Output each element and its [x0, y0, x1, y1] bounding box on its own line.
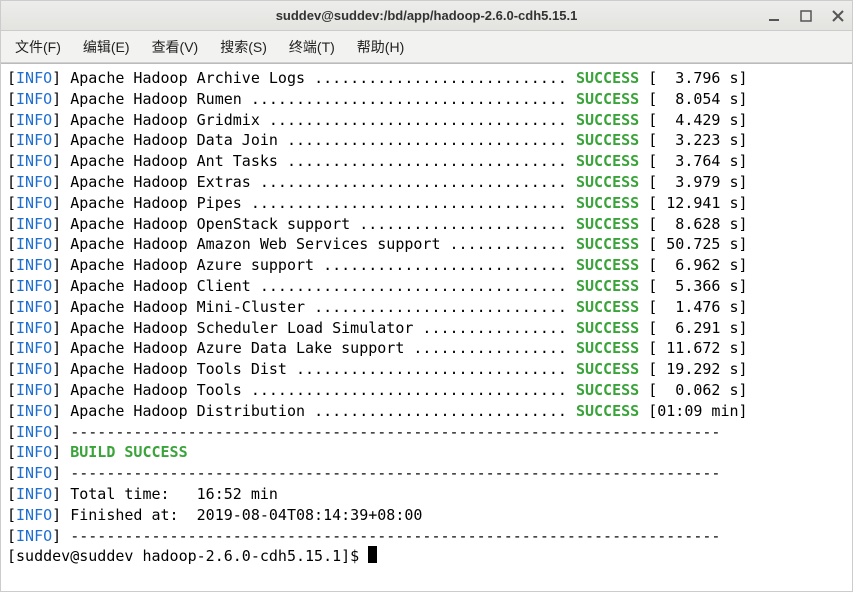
build-log-line: [INFO] Apache Hadoop Mini-Cluster ......… [7, 297, 846, 318]
build-log-line: [INFO] Apache Hadoop OpenStack support .… [7, 214, 846, 235]
menu-term[interactable]: 终端(T) [281, 33, 343, 61]
build-log-line: [INFO] Finished at: 2019-08-04T08:14:39+… [7, 505, 846, 526]
window-title: suddev@suddev:/bd/app/hadoop-2.6.0-cdh5.… [276, 8, 578, 23]
build-log-line: [INFO] Apache Hadoop Archive Logs ......… [7, 68, 846, 89]
build-log-line: [INFO] Apache Hadoop Scheduler Load Simu… [7, 318, 846, 339]
menu-bar: 文件(F) 编辑(E) 查看(V) 搜索(S) 终端(T) 帮助(H) [1, 31, 852, 63]
build-log-line: [INFO] Apache Hadoop Gridmix ...........… [7, 110, 846, 131]
build-log-line: [INFO] Apache Hadoop Rumen .............… [7, 89, 846, 110]
build-log-line: [INFO] Apache Hadoop Pipes .............… [7, 193, 846, 214]
build-log-line: [INFO] Total time: 16:52 min [7, 484, 846, 505]
build-log-line: [INFO] ---------------------------------… [7, 463, 846, 484]
menu-search[interactable]: 搜索(S) [212, 33, 275, 61]
build-log-line: [INFO] Apache Hadoop Azure support .....… [7, 255, 846, 276]
close-button[interactable] [830, 8, 846, 24]
build-log-line: [INFO] Apache Hadoop Distribution ......… [7, 401, 846, 422]
menu-help[interactable]: 帮助(H) [349, 33, 412, 61]
build-log-line: [INFO] Apache Hadoop Ant Tasks .........… [7, 151, 846, 172]
close-icon [832, 10, 844, 22]
build-log-line: [INFO] Apache Hadoop Tools .............… [7, 380, 846, 401]
minimize-icon [768, 10, 780, 22]
build-log-line: [INFO] Apache Hadoop Client ............… [7, 276, 846, 297]
build-log-line: [INFO] Apache Hadoop Extras ............… [7, 172, 846, 193]
build-log-line: [INFO] Apache Hadoop Data Join .........… [7, 130, 846, 151]
terminal-output[interactable]: [INFO] Apache Hadoop Archive Logs ......… [1, 63, 852, 591]
build-log-line: [INFO] ---------------------------------… [7, 422, 846, 443]
shell-prompt: [suddev@suddev hadoop-2.6.0-cdh5.15.1]$ [7, 547, 368, 565]
build-log-line: [INFO] ---------------------------------… [7, 526, 846, 547]
terminal-window: suddev@suddev:/bd/app/hadoop-2.6.0-cdh5.… [0, 0, 853, 592]
menu-view[interactable]: 查看(V) [144, 33, 207, 61]
menu-edit[interactable]: 编辑(E) [75, 33, 138, 61]
maximize-icon [800, 10, 812, 22]
build-log-line: [INFO] Apache Hadoop Azure Data Lake sup… [7, 338, 846, 359]
window-controls [766, 8, 846, 24]
maximize-button[interactable] [798, 8, 814, 24]
menu-file[interactable]: 文件(F) [7, 33, 69, 61]
cursor-icon [368, 546, 377, 563]
shell-prompt-line[interactable]: [suddev@suddev hadoop-2.6.0-cdh5.15.1]$ [7, 546, 846, 567]
build-log-line: [INFO] Apache Hadoop Tools Dist ........… [7, 359, 846, 380]
title-bar: suddev@suddev:/bd/app/hadoop-2.6.0-cdh5.… [1, 1, 852, 31]
build-log-line: [INFO] Apache Hadoop Amazon Web Services… [7, 234, 846, 255]
minimize-button[interactable] [766, 8, 782, 24]
build-log-line: [INFO] BUILD SUCCESS [7, 442, 846, 463]
